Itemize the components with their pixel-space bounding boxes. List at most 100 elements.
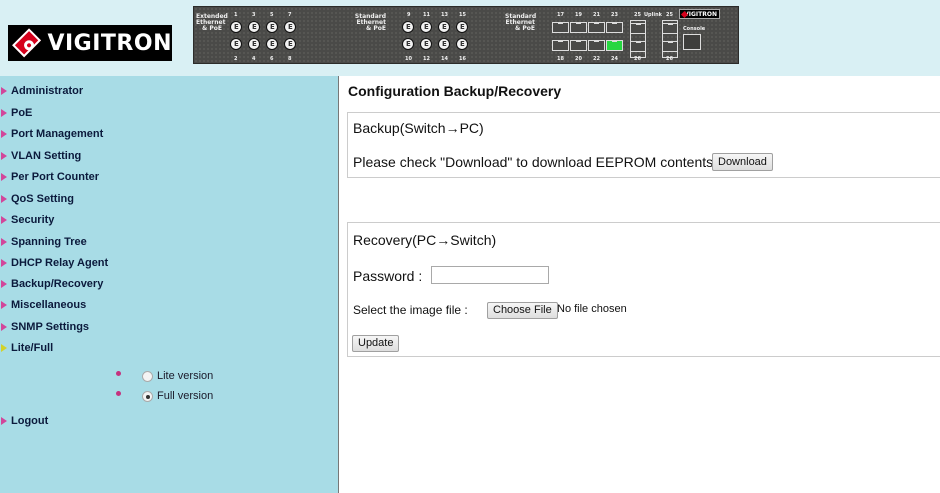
vigitron-logo: VIGITRON [8,25,172,61]
panel-label-line: & PoE [515,25,535,32]
sidebar-item-label: QoS Setting [11,193,74,205]
panel-label-extended: Extended Ethernet & PoE [196,14,228,32]
backup-instruction: Please check "Download" to download EEPR… [353,154,718,170]
sidebar-item-lite-full[interactable]: Lite/Full [0,339,53,357]
lite-version-radio[interactable] [142,370,153,382]
arrow-icon [0,237,8,247]
port-number: 18 [557,56,564,62]
port-number: 9 [407,12,411,18]
full-version-radio[interactable] [142,390,153,402]
sidebar-item-label: Backup/Recovery [11,278,104,290]
arrow-icon [0,279,8,289]
page-title: Configuration Backup/Recovery [348,83,562,99]
port-number: 7 [288,12,292,18]
arrow-icon [0,194,8,204]
password-input[interactable] [431,266,549,284]
lite-version-option[interactable]: Lite version [116,367,213,385]
download-button[interactable]: Download [712,153,773,171]
arrow-icon [0,108,8,118]
port-number: 26 [634,56,641,62]
port-number: 8 [288,56,292,62]
port-led [230,21,242,33]
panel-label-standard: Standard Ethernet & PoE [354,14,386,32]
sidebar-item-label: Lite/Full [11,342,54,354]
port-led [456,38,468,50]
port-number: 2 [234,56,238,62]
backup-title: Backup(Switch→PC) [353,120,484,136]
port-number: 22 [593,56,600,62]
main-content: Configuration Backup/Recovery Backup(Swi… [340,76,940,493]
port-number: 19 [575,12,582,18]
port-led [266,38,278,50]
arrow-icon [0,151,8,161]
update-button[interactable]: Update [352,335,400,352]
port-led [456,21,468,33]
port-led [284,38,296,50]
port-number: 21 [593,12,600,18]
sidebar-item-label: Spanning Tree [11,236,87,248]
sidebar-item-label: SNMP Settings [11,321,90,333]
sidebar-item-label: Port Management [11,128,104,140]
uplink-label: Uplink [644,12,662,18]
console-port [683,34,701,50]
port-number: 1 [234,12,238,18]
sidebar-item-backup-recovery[interactable]: Backup/Recovery [0,275,103,293]
port-number: 10 [405,56,412,62]
port-number: 16 [459,56,466,62]
backup-section: Backup(Switch→PC) Please check "Download… [347,112,940,178]
password-label: Password : [353,268,423,284]
panel-label-line: & PoE [366,25,386,32]
mini-vigitron-logo: VIGITRON [679,9,720,19]
sidebar-item-security[interactable]: Security [0,211,54,229]
sidebar-item-poe[interactable]: PoE [0,104,32,122]
lite-version-label: Lite version [157,370,214,382]
port-number: 15 [459,12,466,18]
port-number: 23 [611,12,618,18]
full-version-option[interactable]: Full version [116,387,213,405]
ethernet-port [662,41,678,52]
sidebar-item-dhcp-relay-agent[interactable]: DHCP Relay Agent [0,254,108,272]
choose-file-button[interactable]: Choose File [487,302,558,319]
port-led [266,21,278,33]
sidebar-item-per-port-counter[interactable]: Per Port Counter [0,168,99,186]
sidebar-item-miscellaneous[interactable]: Miscellaneous [0,296,86,314]
bullet-icon [116,391,121,396]
port-number: 5 [270,12,274,18]
sidebar-item-label: Miscellaneous [11,299,87,311]
port-number: 6 [270,56,274,62]
port-number: 25 [666,12,673,18]
recovery-section: Recovery(PC→Switch) Password : Select th… [347,222,940,357]
arrow-icon [0,215,8,225]
sidebar-item-qos-setting[interactable]: QoS Setting [0,190,74,208]
recovery-title: Recovery(PC→Switch) [353,232,497,248]
bullet-icon [116,371,121,376]
sidebar-item-snmp-settings[interactable]: SNMP Settings [0,318,89,336]
port-number: 13 [441,12,448,18]
port-number: 24 [611,56,618,62]
sidebar-item-port-management[interactable]: Port Management [0,125,103,143]
sidebar-item-spanning-tree[interactable]: Spanning Tree [0,233,87,251]
arrow-icon [0,300,8,310]
arrow-icon [0,86,8,96]
sidebar-item-label: DHCP Relay Agent [11,257,109,269]
port-number: 26 [666,56,673,62]
header: VIGITRON Extended Ethernet & PoE 1 3 5 7… [0,0,940,76]
sidebar-item-label: VLAN Setting [11,150,82,162]
port-number: 20 [575,56,582,62]
arrow-icon [0,416,8,426]
port-number: 14 [441,56,448,62]
port-number: 4 [252,56,256,62]
port-led [402,38,414,50]
arrow-icon [0,258,8,268]
vigitron-eye-icon [12,28,42,58]
sidebar-item-administrator[interactable]: Administrator [0,82,83,100]
console-label: Console [683,26,706,32]
port-led [438,21,450,33]
sidebar-item-label: Administrator [11,85,84,97]
sfp-slot [630,20,646,58]
sidebar-item-label: Per Port Counter [11,171,100,183]
sidebar-item-vlan-setting[interactable]: VLAN Setting [0,147,81,165]
sidebar-item-label: Security [11,214,55,226]
sidebar-item-logout[interactable]: Logout [0,412,48,430]
port-number: 25 [634,12,641,18]
